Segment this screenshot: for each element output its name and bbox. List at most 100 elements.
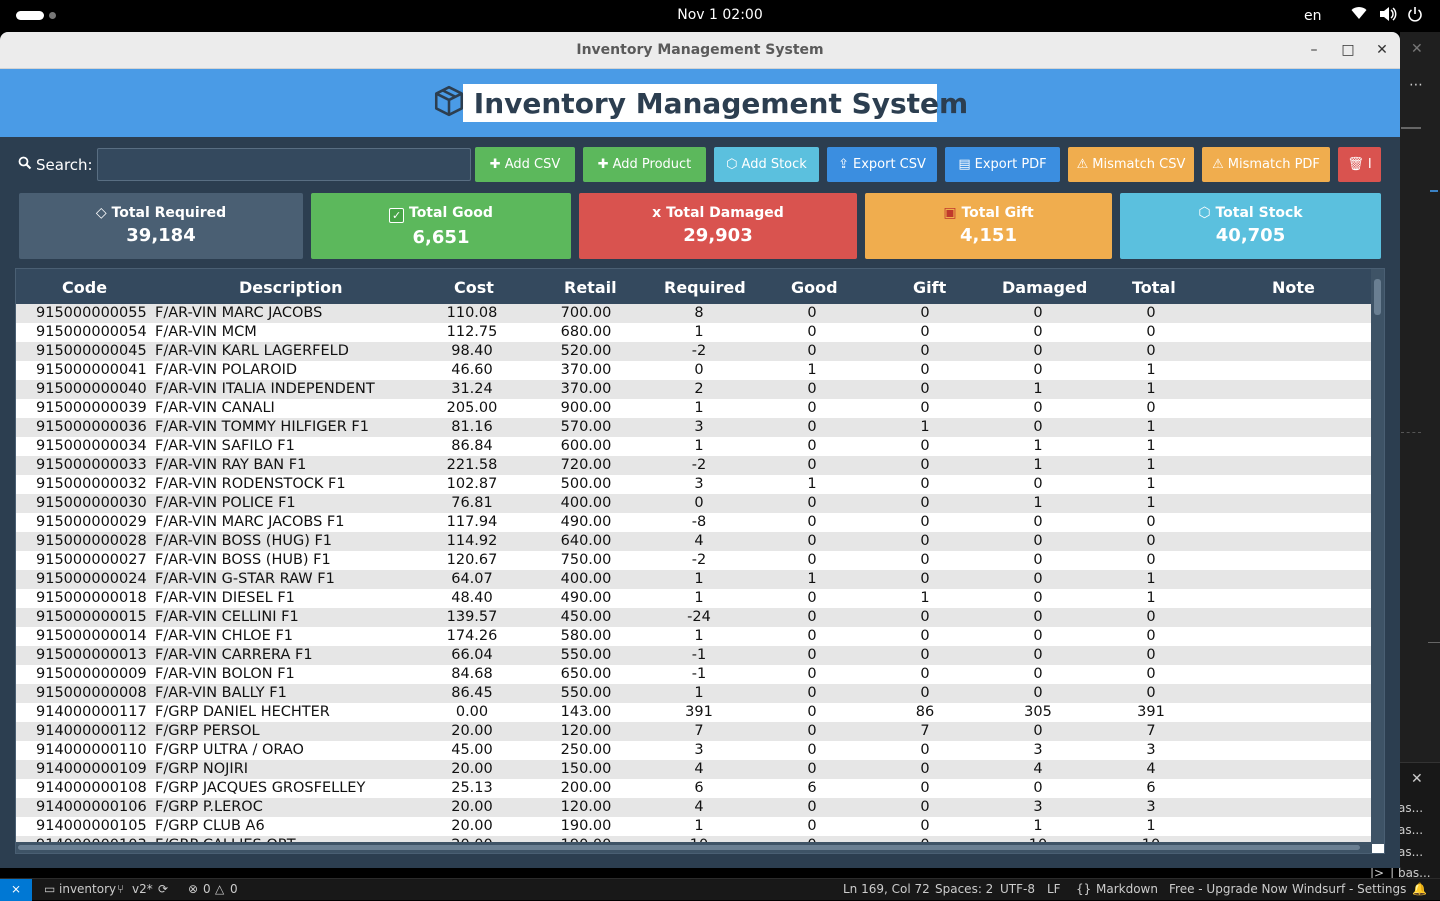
table-row[interactable]: 914000000110 F/GRP ULTRA / ORAO 45.00 250.0… [16,741,1372,760]
mismatch-csv-button[interactable]: ⚠ Mismatch CSV [1068,147,1194,182]
keyboard-language[interactable]: en [1304,8,1322,24]
column-header-retail[interactable]: Retail [564,278,617,297]
table-row[interactable]: 915000000027 F/AR-VIN BOSS (HUB) F1 120.67… [16,551,1372,570]
scrollbar-thumb[interactable] [18,845,1360,850]
terminal-panel: ✕ as... as... as... |>_| bas... [1370,762,1440,880]
table-row[interactable]: 915000000055 F/AR-VIN MARC JACOBS 110.08 70… [16,304,1372,323]
table-row[interactable]: 915000000034 F/AR-VIN SAFILO F1 86.84 600.0… [16,437,1372,456]
table-row[interactable]: 915000000039 F/AR-VIN CANALI 205.00 900.00 1… [16,399,1372,418]
delete-button[interactable]: 🗑 I [1338,147,1381,182]
add-stock-button[interactable]: ⬡ Add Stock [714,147,819,182]
status-position[interactable]: Ln 169, Col 72 [843,882,930,896]
minimize-icon[interactable]: – [1304,40,1324,60]
status-settings[interactable]: Windsurf - Settings [1292,882,1406,896]
add-csv-button[interactable]: ✚ Add CSV [475,147,575,182]
table-row[interactable]: 914000000117 F/GRP DANIEL HECHTER 0.00 143.… [16,703,1372,722]
column-header-damaged[interactable]: Damaged [1002,278,1087,297]
column-header-description[interactable]: Description [239,278,342,297]
card-value: 6,651 [412,227,470,248]
status-problems[interactable]: 0 [203,882,211,896]
add-product-button[interactable]: ✚ Add Product [583,147,706,182]
column-header-note[interactable]: Note [1272,278,1315,297]
wifi-icon[interactable] [1351,6,1367,24]
cell-required: 3 [694,742,704,758]
table-row[interactable]: 915000000024 F/AR-VIN G-STAR RAW F1 64.07 4… [16,570,1372,589]
status-encoding[interactable]: UTF-8 [1000,882,1035,896]
column-header-gift[interactable]: Gift [913,278,946,297]
panel-line[interactable]: as... [1398,845,1423,859]
background-editor: ✕ ⋯ ✕ as... as... as... |>_| bas... [1370,32,1440,880]
export-csv-button[interactable]: ⇪ Export CSV [827,147,937,182]
status-spaces[interactable]: Spaces: 2 [935,882,993,896]
table-row[interactable]: 915000000032 F/AR-VIN RODENSTOCK F1 102.87… [16,475,1372,494]
export-pdf-button[interactable]: ▤ Export PDF [945,147,1060,182]
card-total-good: ✓ Total Good 6,651 [311,193,571,259]
system-top-bar: Nov 1 02:00 en [0,0,1440,32]
table-row[interactable]: 915000000040 F/AR-VIN ITALIA INDEPENDENT 3… [16,380,1372,399]
status-language[interactable]: Markdown [1096,882,1158,896]
status-warnings[interactable]: 0 [230,882,238,896]
table-row[interactable]: 915000000008 F/AR-VIN BALLY F1 86.45 550.00… [16,684,1372,703]
status-eol[interactable]: LF [1047,882,1061,896]
table-row[interactable]: 914000000105 F/GRP CLUB A6 20.00 190.00 1 0 0 1… [16,817,1372,836]
table-row[interactable]: 915000000030 F/AR-VIN POLICE F1 76.81 400.0… [16,494,1372,513]
panel-line[interactable]: as... [1398,801,1423,815]
table-row[interactable]: 914000000112 F/GRP PERSOL 20.00 120.00 7 0 7 0 7 [16,722,1372,741]
scrollbar-thumb[interactable] [1374,279,1381,315]
status-branch[interactable]: v2* [132,882,153,896]
column-header-good[interactable]: Good [791,278,838,297]
notification-icon[interactable]: 🔔 [1412,882,1427,896]
table-row[interactable]: 914000000109 F/GRP NOJIRI 20.00 150.00 4 0 0 4 4 [16,760,1372,779]
cell-gift: 0 [920,457,930,473]
table-row[interactable]: 915000000045 F/AR-VIN KARL LAGERFELD 98.40… [16,342,1372,361]
cell-total: 0 [1146,305,1156,321]
table-row[interactable]: 914000000106 F/GRP P.LEROC 20.00 120.00 4 0 0 3… [16,798,1372,817]
cell-good: 0 [807,723,817,739]
vertical-scrollbar[interactable] [1371,269,1384,844]
mismatch-pdf-button[interactable]: ⚠ Mismatch PDF [1202,147,1330,182]
close-window-icon[interactable]: ✕ [1372,40,1392,60]
more-actions-icon[interactable]: ⋯ [1409,77,1423,93]
volume-icon[interactable] [1379,6,1397,26]
table-row[interactable]: 915000000028 F/AR-VIN BOSS (HUG) F1 114.92… [16,532,1372,551]
cell-description: F/AR-VIN MARC JACOBS F1 [155,514,345,530]
close-icon[interactable]: ✕ [1411,41,1423,57]
table-row[interactable]: 915000000015 F/AR-VIN CELLINI F1 139.57 450… [16,608,1372,627]
power-icon[interactable] [1407,6,1423,26]
status-folder[interactable]: inventory [59,882,116,896]
status-plan[interactable]: Free - Upgrade Now [1169,882,1288,896]
column-header-code[interactable]: Code [62,278,107,297]
table-row[interactable]: 915000000013 F/AR-VIN CARRERA F1 66.04 550.… [16,646,1372,665]
search-input[interactable] [97,148,471,181]
trash-icon: 🗑 [1347,157,1364,172]
horizontal-scrollbar[interactable] [16,842,1372,853]
cell-description: F/GRP NOJIRI [155,761,249,777]
close-panel-icon[interactable]: ✕ [1411,771,1423,787]
sync-icon[interactable]: ⟳ [158,882,168,896]
column-header-required[interactable]: Required [664,278,746,297]
table-row[interactable]: 914000000108 F/GRP JACQUES GROSFELLEY 25.1… [16,779,1372,798]
cell-code: 915000000030 [36,495,147,511]
column-header-cost[interactable]: Cost [454,278,494,297]
table-row[interactable]: 915000000009 F/AR-VIN BOLON F1 84.68 650.00… [16,665,1372,684]
cell-code: 915000000055 [36,305,147,321]
cell-damaged: 1 [1033,495,1043,511]
cell-total: 3 [1146,742,1156,758]
remote-icon[interactable]: ⨯ [0,879,32,901]
table-row[interactable]: 915000000033 F/AR-VIN RAY BAN F1 221.58 720… [16,456,1372,475]
window-titlebar[interactable]: Inventory Management System – □ ✕ [0,32,1400,69]
table-row[interactable]: 915000000054 F/AR-VIN MCM 112.75 680.00 1 0 0 0… [16,323,1372,342]
table-row[interactable]: 915000000036 F/AR-VIN TOMMY HILFIGER F1 81… [16,418,1372,437]
table-row[interactable]: 915000000029 F/AR-VIN MARC JACOBS F1 117.9… [16,513,1372,532]
panel-line[interactable]: as... [1398,823,1423,837]
table-row[interactable]: 915000000014 F/AR-VIN CHLOE F1 174.26 580.0… [16,627,1372,646]
maximize-icon[interactable]: □ [1338,40,1358,60]
card-value: 39,184 [126,225,196,246]
column-header-total[interactable]: Total [1132,278,1176,297]
table-row[interactable]: 915000000018 F/AR-VIN DIESEL F1 48.40 490.0… [16,589,1372,608]
mismatch-pdf-label: Mismatch PDF [1227,157,1320,172]
table-row[interactable]: 915000000041 F/AR-VIN POLAROID 46.60 370.00… [16,361,1372,380]
cell-cost: 139.57 [446,609,498,625]
cell-required: -8 [691,514,707,530]
system-clock[interactable]: Nov 1 02:00 [0,7,1440,23]
